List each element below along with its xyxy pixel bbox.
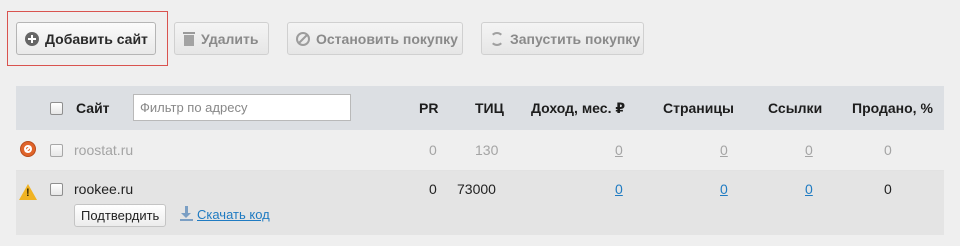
sold-value: 0 bbox=[884, 142, 892, 158]
start-buying-label: Запустить покупку bbox=[510, 30, 641, 47]
row-checkbox[interactable] bbox=[50, 144, 63, 157]
plus-circle-icon bbox=[25, 31, 39, 46]
pr-value: 0 bbox=[429, 142, 437, 158]
col-tic[interactable]: ТИЦ bbox=[475, 100, 504, 116]
income-link[interactable]: 0 bbox=[615, 181, 623, 197]
links-link[interactable]: 0 bbox=[805, 142, 813, 158]
table-header: Сайт PR ТИЦ Доход, мес. ₽ Страницы Ссылк… bbox=[16, 86, 944, 130]
address-filter-input[interactable] bbox=[133, 94, 351, 121]
stop-buying-label: Остановить покупку bbox=[316, 30, 458, 47]
col-pr[interactable]: PR bbox=[419, 100, 438, 116]
toolbar: Добавить сайт Удалить Остановить покупку… bbox=[0, 0, 960, 70]
col-links[interactable]: Ссылки bbox=[768, 100, 822, 116]
stop-buying-button[interactable]: Остановить покупку bbox=[287, 22, 463, 55]
site-name[interactable]: roostat.ru bbox=[74, 142, 133, 158]
site-name[interactable]: rookee.ru bbox=[74, 181, 133, 197]
pr-value: 0 bbox=[429, 181, 437, 197]
sold-value: 0 bbox=[884, 181, 892, 197]
add-site-label: Добавить сайт bbox=[45, 30, 148, 47]
delete-button[interactable]: Удалить bbox=[174, 22, 269, 55]
col-sold[interactable]: Продано, % bbox=[852, 100, 933, 116]
delete-label: Удалить bbox=[201, 30, 259, 47]
table-row: ! rookee.ru 0 73000 0 0 0 0 Подтвердить … bbox=[16, 171, 944, 235]
refresh-icon bbox=[490, 31, 504, 46]
pages-link[interactable]: 0 bbox=[720, 181, 728, 197]
sites-table: Сайт PR ТИЦ Доход, мес. ₽ Страницы Ссылк… bbox=[16, 86, 944, 235]
trash-icon bbox=[183, 31, 195, 46]
warning-icon-mark: ! bbox=[26, 187, 30, 199]
add-site-button[interactable]: Добавить сайт bbox=[16, 22, 156, 55]
income-link[interactable]: 0 bbox=[615, 142, 623, 158]
tic-value: 130 bbox=[475, 142, 499, 158]
ban-icon bbox=[296, 31, 310, 46]
pages-link[interactable]: 0 bbox=[720, 142, 728, 158]
links-link[interactable]: 0 bbox=[805, 181, 813, 197]
confirm-button[interactable]: Подтвердить bbox=[74, 204, 167, 227]
col-site: Сайт bbox=[76, 100, 110, 116]
col-pages[interactable]: Страницы bbox=[663, 100, 734, 116]
row-checkbox[interactable] bbox=[50, 183, 63, 196]
table-row: roostat.ru 0 130 0 0 0 0 bbox=[16, 130, 944, 171]
download-icon-base bbox=[180, 219, 193, 221]
start-buying-button[interactable]: Запустить покупку bbox=[481, 22, 644, 55]
tic-value: 73000 bbox=[457, 181, 496, 197]
download-code-link[interactable]: Скачать код bbox=[197, 207, 270, 222]
stop-icon bbox=[20, 141, 36, 157]
col-income[interactable]: Доход, мес. ₽ bbox=[531, 100, 625, 117]
select-all-checkbox[interactable] bbox=[50, 102, 63, 115]
